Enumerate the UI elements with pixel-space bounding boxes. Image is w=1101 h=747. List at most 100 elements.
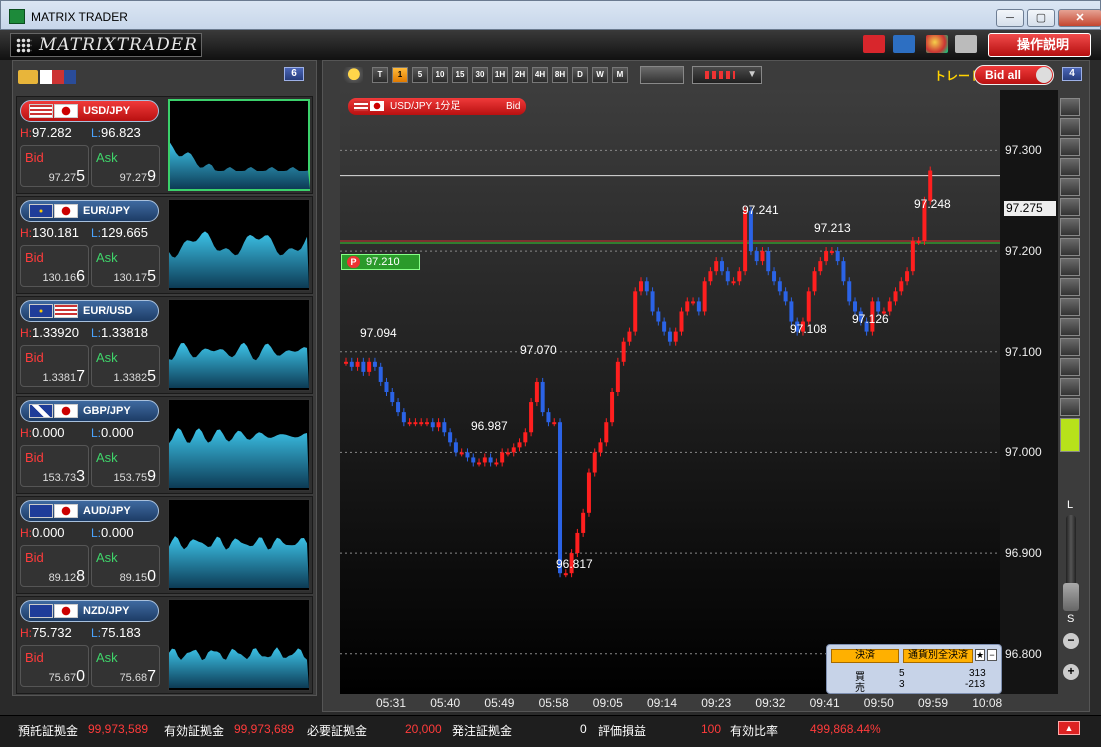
timeframe-2h[interactable]: 2H — [512, 67, 528, 83]
chart-type-dropdown[interactable]: ▼ — [692, 66, 762, 84]
settle-button[interactable]: 決済 — [831, 649, 899, 663]
ask-quote-button[interactable]: Ask 97.279 — [91, 145, 160, 187]
pair-button[interactable]: EUR/USD — [20, 300, 159, 322]
candle — [401, 412, 406, 423]
crosshair-tool-icon[interactable] — [1060, 218, 1080, 236]
palette-tool-icon[interactable] — [1060, 178, 1080, 196]
timeframe-1h[interactable]: 1H — [492, 67, 508, 83]
bid-all-toggle[interactable]: Bid all — [974, 65, 1054, 85]
ask-label: Ask — [96, 550, 118, 565]
hline-tool-icon[interactable] — [1060, 258, 1080, 276]
timeframe-m[interactable]: M — [612, 67, 628, 83]
mini-chart[interactable] — [168, 599, 310, 691]
bid-quote-button[interactable]: Bid 1.33817 — [20, 345, 89, 387]
fibo-tool-icon[interactable] — [1060, 298, 1080, 316]
us-flag-icon — [54, 304, 78, 318]
zoom-search-icon[interactable] — [337, 67, 363, 83]
pair-button[interactable]: USD/JPY — [20, 100, 159, 122]
pair-label: AUD/JPY — [83, 505, 131, 517]
timeframe-5[interactable]: 5 — [412, 67, 428, 83]
eraser-tool-icon[interactable] — [1060, 378, 1080, 396]
rate-card[interactable]: AUD/JPY H:0.000 L:0.000 Bid 89.128 Ask 8… — [16, 496, 313, 594]
position-marker[interactable]: P 97.210 — [341, 254, 420, 270]
ask-quote-button[interactable]: Ask 89.150 — [91, 545, 160, 587]
bid-quote-button[interactable]: Bid 130.166 — [20, 245, 89, 287]
ask-quote-button[interactable]: Ask 1.33825 — [91, 345, 160, 387]
nz-flag-icon — [29, 604, 53, 618]
pitchfork-tool-icon[interactable] — [1060, 358, 1080, 376]
logo-dots-icon — [16, 38, 32, 53]
help-button[interactable]: 操作説明 — [988, 33, 1091, 57]
zoom-out-icon[interactable]: − — [1063, 633, 1079, 649]
bid-quote-button[interactable]: Bid 97.275 — [20, 145, 89, 187]
rate-card[interactable]: NZD/JPY H:75.732 L:75.183 Bid 75.670 Ask… — [16, 596, 313, 694]
trendline-tool-icon[interactable] — [1060, 238, 1080, 256]
ask-price: 130.17 — [113, 272, 148, 284]
timeframe-4h[interactable]: 4H — [532, 67, 548, 83]
ask-price: 153.75 — [113, 472, 148, 484]
flag-tool-icon[interactable] — [1060, 138, 1080, 156]
wave-tool-icon[interactable] — [1060, 118, 1080, 136]
mini-chart[interactable] — [168, 99, 310, 191]
timeframe-w[interactable]: W — [592, 67, 608, 83]
pair-button[interactable]: NZD/JPY — [20, 600, 159, 622]
timeframe-d[interactable]: D — [572, 67, 588, 83]
timeframe-1[interactable]: 1 — [392, 67, 408, 83]
timeframe-15[interactable]: 15 — [452, 67, 468, 83]
pair-button[interactable]: EUR/JPY — [20, 200, 159, 222]
mini-chart[interactable] — [168, 199, 310, 291]
info-tool-icon[interactable] — [1060, 98, 1080, 116]
mini-chart-area — [170, 142, 310, 189]
line-type-button[interactable] — [640, 66, 684, 84]
briefcase-icon[interactable] — [863, 35, 885, 53]
cursor-tool-icon[interactable] — [1060, 198, 1080, 216]
print-icon[interactable] — [955, 35, 977, 53]
folder-icon[interactable] — [18, 70, 38, 84]
ask-quote-button[interactable]: Ask 153.759 — [91, 445, 160, 487]
bid-quote-button[interactable]: Bid 75.670 — [20, 645, 89, 687]
status-bar: 預託証拠金 99,973,589 有効証拠金 99,973,689 必要証拠金 … — [0, 715, 1101, 747]
mini-chart[interactable] — [168, 399, 310, 491]
bid-quote-button[interactable]: Bid 153.733 — [20, 445, 89, 487]
zoom-slider-handle[interactable] — [1063, 583, 1079, 611]
price-chart[interactable]: 97.094 96.987 97.070 96.817 97.241 97.213 97.1… — [340, 90, 1000, 694]
channel-tool-icon[interactable] — [1060, 318, 1080, 336]
trash-tool-icon[interactable] — [1060, 398, 1080, 416]
mini-chart[interactable] — [168, 499, 310, 591]
all-settle-button[interactable]: 通貨別全決済 — [903, 649, 973, 663]
pair-label: GBP/JPY — [83, 405, 131, 417]
mini-chart-svg — [169, 231, 309, 288]
gann-tool-icon[interactable] — [1060, 338, 1080, 356]
bell-tool-icon[interactable] — [1060, 158, 1080, 176]
vline-tool-icon[interactable] — [1060, 278, 1080, 296]
pair-button[interactable]: AUD/JPY — [20, 500, 159, 522]
high-value: 75.732 — [32, 625, 72, 640]
timeframe-8h[interactable]: 8H — [552, 67, 568, 83]
rate-card[interactable]: EUR/USD H:1.33920 L:1.33818 Bid 1.33817 … — [16, 296, 313, 394]
save-icon[interactable] — [893, 35, 915, 53]
ask-quote-button[interactable]: Ask 75.687 — [91, 645, 160, 687]
rate-card[interactable]: GBP/JPY H:0.000 L:0.000 Bid 153.733 Ask … — [16, 396, 313, 494]
minimize-button[interactable]: ─ — [996, 9, 1024, 27]
price-tick: 97.300 — [1005, 143, 1042, 158]
candle — [465, 452, 470, 458]
ask-quote-button[interactable]: Ask 130.175 — [91, 245, 160, 287]
pair-button[interactable]: GBP/JPY — [20, 400, 159, 422]
expand-up-icon[interactable]: ▲ — [1058, 721, 1080, 735]
timeframe-t[interactable]: T — [372, 67, 388, 83]
zoom-in-icon[interactable]: + — [1063, 664, 1079, 680]
maximize-button[interactable]: ▢ — [1027, 9, 1055, 27]
rate-card[interactable]: EUR/JPY H:130.181 L:129.665 Bid 130.166 … — [16, 196, 313, 294]
close-button[interactable]: ✕ — [1058, 9, 1101, 27]
color-tool-icon[interactable] — [1060, 418, 1080, 452]
mini-chart-area — [169, 342, 309, 388]
timeframe-10[interactable]: 10 — [432, 67, 448, 83]
mini-chart[interactable] — [168, 299, 310, 391]
collapse-icon[interactable]: − — [987, 649, 997, 661]
rate-card[interactable]: USD/JPY H:97.282 L:96.823 Bid 97.275 Ask… — [16, 96, 313, 194]
bid-quote-button[interactable]: Bid 89.128 — [20, 545, 89, 587]
timeframe-30[interactable]: 30 — [472, 67, 488, 83]
palette-icon[interactable] — [926, 35, 948, 53]
star-icon[interactable]: ★ — [975, 649, 985, 661]
candle — [876, 301, 881, 312]
